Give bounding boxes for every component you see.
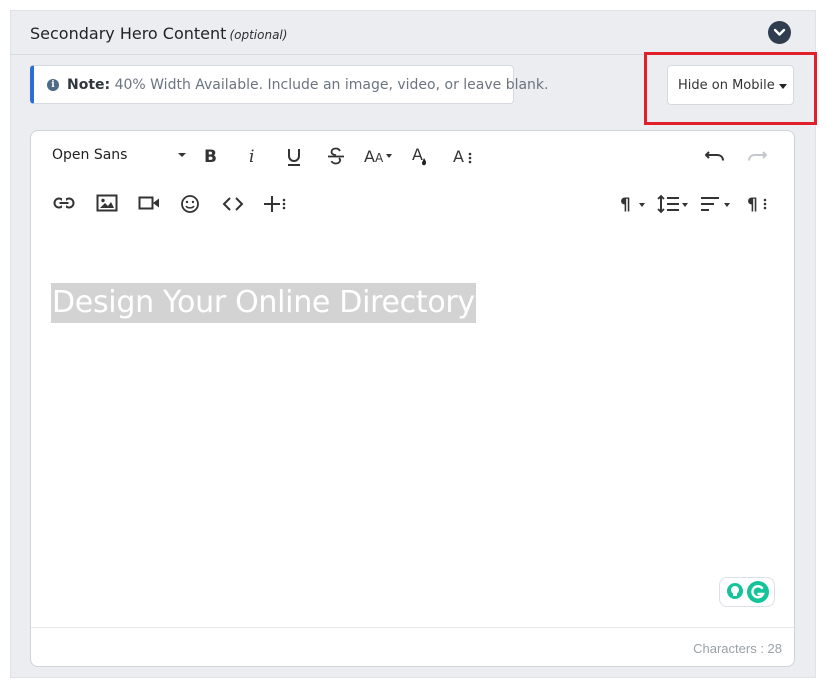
- visibility-select-value: Hide on Mobile: [678, 78, 775, 93]
- align-icon[interactable]: [700, 194, 732, 214]
- lightbulb-icon: [727, 583, 743, 599]
- svg-text:A: A: [364, 147, 375, 166]
- panel-header: Secondary Hero Content (optional): [11, 11, 815, 55]
- video-icon[interactable]: [138, 196, 160, 210]
- svg-text:i: i: [249, 147, 254, 166]
- text-color-icon[interactable]: A: [412, 145, 430, 169]
- font-family-caret-icon: [178, 153, 186, 157]
- code-view-icon[interactable]: [222, 196, 244, 212]
- more-insert-icon[interactable]: [263, 194, 287, 214]
- font-size-icon[interactable]: AA: [364, 146, 392, 166]
- note-banner: i Note: 40% Width Available. Include an …: [30, 65, 549, 104]
- strikethrough-icon[interactable]: [327, 146, 345, 166]
- svg-text:¶: ¶: [747, 195, 758, 214]
- note-label: Note:: [67, 77, 111, 93]
- panel-title-text: Secondary Hero Content: [30, 24, 227, 43]
- more-paragraph-icon[interactable]: ¶: [747, 194, 769, 214]
- selected-content-text[interactable]: Design Your Online Directory: [51, 283, 476, 323]
- underline-icon[interactable]: [285, 146, 303, 168]
- italic-icon[interactable]: i: [246, 146, 260, 166]
- svg-text:A: A: [412, 145, 423, 164]
- line-height-icon[interactable]: [657, 194, 689, 214]
- editor-content-area[interactable]: Design Your Online Directory: [51, 283, 476, 323]
- panel-title: Secondary Hero Content (optional): [30, 24, 287, 43]
- svg-text:A: A: [375, 151, 384, 165]
- link-icon[interactable]: [53, 196, 75, 210]
- svg-text:B: B: [204, 147, 217, 166]
- note-body: 40% Width Available. Include an image, v…: [110, 77, 549, 93]
- paragraph-format-icon[interactable]: ¶: [620, 194, 646, 214]
- visibility-select[interactable]: Hide on Mobile: [667, 65, 794, 105]
- bold-icon[interactable]: B: [202, 146, 218, 166]
- undo-icon[interactable]: [704, 148, 726, 164]
- more-text-icon[interactable]: A: [453, 146, 473, 166]
- note-text: Note: 40% Width Available. Include an im…: [67, 77, 549, 93]
- emoji-icon[interactable]: [180, 194, 200, 214]
- info-icon: i: [47, 79, 59, 91]
- editor-footer: Characters : 28: [31, 627, 794, 667]
- redo-icon[interactable]: [746, 148, 768, 164]
- grammarly-icon: [747, 581, 769, 603]
- font-family-select[interactable]: Open Sans: [52, 147, 127, 163]
- image-icon[interactable]: [96, 194, 118, 212]
- character-count: Characters : 28: [693, 641, 782, 656]
- caret-down-icon: [779, 84, 787, 89]
- chevron-down-icon: [773, 28, 786, 36]
- panel-title-optional: (optional): [229, 28, 288, 42]
- rich-text-editor: Open Sans B i AA A A ¶ ¶ Design Your Onl…: [30, 130, 795, 667]
- svg-text:A: A: [453, 147, 464, 166]
- grammarly-widget[interactable]: [719, 577, 775, 607]
- collapse-toggle-button[interactable]: [768, 21, 791, 44]
- svg-text:¶: ¶: [620, 195, 631, 214]
